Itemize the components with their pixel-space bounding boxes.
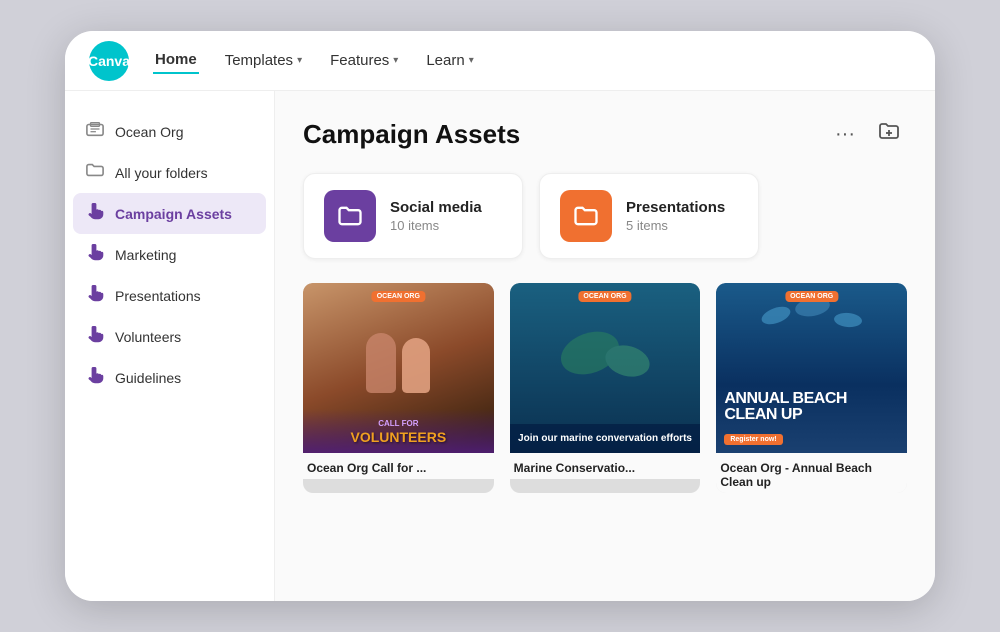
design-badge: OCEAN ORG [372,291,425,302]
sidebar-label: All your folders [115,165,208,181]
more-options-button[interactable]: ··· [829,119,861,150]
sidebar-label: Marketing [115,247,176,263]
design-badge: OCEAN ORG [578,291,631,302]
design-cta-text: CALL FOR VOLUNTEERS [303,409,494,453]
page-header: Campaign Assets ··· [303,115,907,153]
folder-grid: Social media 10 items Presentations 5 it… [303,173,907,259]
image-grid: OCEAN ORG CALL FOR VOLUNTEERS Ocean Org … [303,283,907,493]
design-title: Ocean Org Call for ... [303,453,494,479]
content-area: Ocean Org All your folders Campaign Asse… [65,91,935,601]
design-card-volunteers[interactable]: OCEAN ORG CALL FOR VOLUNTEERS Ocean Org … [303,283,494,493]
folder-info: Social media 10 items [390,199,482,233]
folder-card-social-media[interactable]: Social media 10 items [303,173,523,259]
design-title: Marine Conservatio... [510,453,701,479]
org-icon [85,120,105,143]
chevron-down-icon: ▾ [297,55,302,66]
folder-name: Social media [390,199,482,216]
design-badge: OCEAN ORG [785,291,838,302]
sidebar-item-guidelines[interactable]: Guidelines [65,357,274,398]
page-title: Campaign Assets [303,119,520,150]
folder-card-presentations[interactable]: Presentations 5 items [539,173,759,259]
chevron-down-icon: ▾ [393,55,398,66]
folder-icon-orange [560,190,612,242]
design-thumbnail: OCEAN ORG ANNUAL BEACH CLEAN UP Register… [716,283,907,453]
nav-features[interactable]: Features ▾ [328,48,400,73]
sidebar-label: Volunteers [115,329,181,345]
folder-icon-purple [324,190,376,242]
design-body: Join our marine convervation efforts [510,424,701,453]
canva-logo[interactable]: Canva [89,41,129,81]
design-headline: ANNUAL BEACH CLEAN UP [724,391,899,423]
folder-name: Presentations [626,199,725,216]
hand-icon [85,243,105,266]
hand-icon [85,284,105,307]
navbar: Canva Home Templates ▾ Features ▾ Learn … [65,31,935,91]
sidebar-label: Guidelines [115,370,181,386]
sidebar-item-all-folders[interactable]: All your folders [65,152,274,193]
folder-icon [85,161,105,184]
hand-icon [85,202,105,225]
folder-info: Presentations 5 items [626,199,725,233]
design-card-beach[interactable]: OCEAN ORG ANNUAL BEACH CLEAN UP Register… [716,283,907,493]
sidebar-item-campaign-assets[interactable]: Campaign Assets [73,193,266,234]
chevron-down-icon: ▾ [469,55,474,66]
folder-count: 10 items [390,218,482,233]
sidebar-item-volunteers[interactable]: Volunteers [65,316,274,357]
design-thumbnail: OCEAN ORG Join our marine convervation e… [510,283,701,453]
folder-count: 5 items [626,218,725,233]
sidebar-label: Presentations [115,288,201,304]
main-content: Campaign Assets ··· [275,91,935,601]
sidebar-item-presentations[interactable]: Presentations [65,275,274,316]
hand-icon [85,366,105,389]
header-actions: ··· [829,115,907,153]
design-cta-button: Register now! [724,434,782,445]
design-card-marine[interactable]: OCEAN ORG Join our marine convervation e… [510,283,701,493]
sidebar-label: Ocean Org [115,124,183,140]
design-title: Ocean Org - Annual Beach Clean up [716,453,907,493]
new-folder-button[interactable] [871,115,907,153]
sidebar-label: Campaign Assets [115,206,232,222]
sidebar-item-marketing[interactable]: Marketing [65,234,274,275]
hand-icon [85,325,105,348]
nav-home[interactable]: Home [153,47,199,74]
design-thumbnail: OCEAN ORG CALL FOR VOLUNTEERS [303,283,494,453]
sidebar: Ocean Org All your folders Campaign Asse… [65,91,275,601]
sidebar-item-ocean-org[interactable]: Ocean Org [65,111,274,152]
nav-templates[interactable]: Templates ▾ [223,48,304,73]
nav-learn[interactable]: Learn ▾ [424,48,475,73]
